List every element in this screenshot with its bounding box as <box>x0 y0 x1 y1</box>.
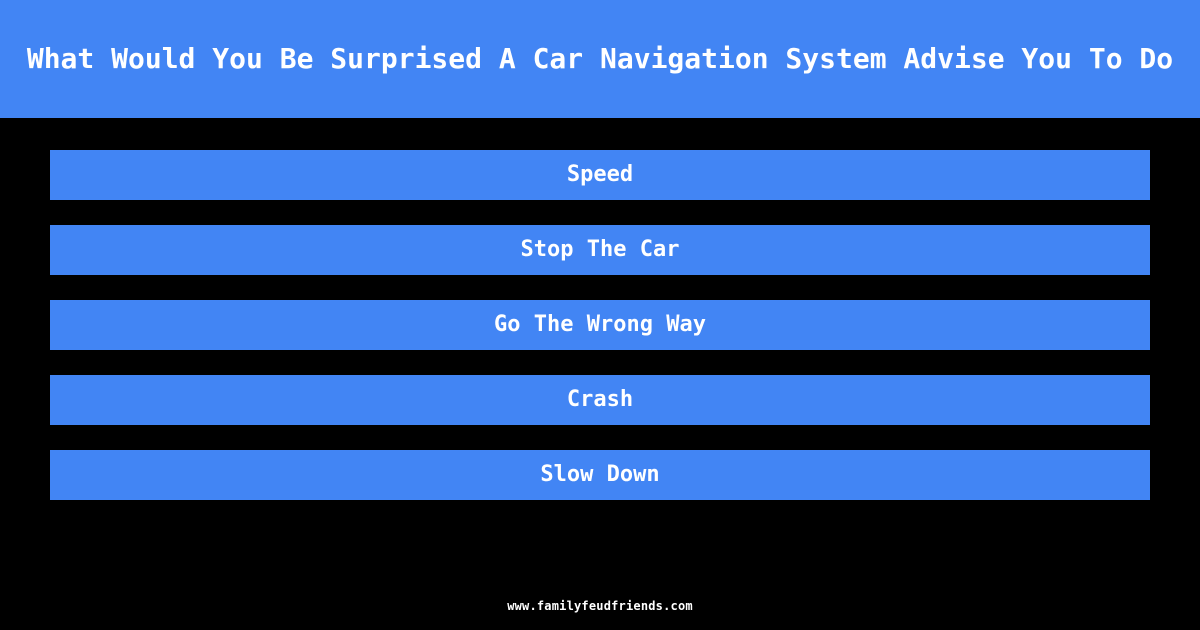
question-card: What Would You Be Surprised A Car Naviga… <box>0 0 1200 630</box>
answer-label: Stop The Car <box>520 237 680 262</box>
answer-bar-2[interactable]: Stop The Car <box>50 225 1150 275</box>
footer: www.familyfeudfriends.com <box>0 595 1200 614</box>
site-url-label: www.familyfeudfriends.com <box>507 599 693 613</box>
answer-bar-1[interactable]: Speed <box>50 150 1150 200</box>
answer-bar-4[interactable]: Crash <box>50 375 1150 425</box>
answer-label: Slow Down <box>540 462 660 487</box>
question-banner: What Would You Be Surprised A Car Naviga… <box>0 0 1200 118</box>
answer-bar-5[interactable]: Slow Down <box>50 450 1150 500</box>
answer-label: Speed <box>566 162 634 187</box>
answer-list: Speed Stop The Car Go The Wrong Way Cras… <box>50 150 1150 500</box>
answer-label: Crash <box>566 387 634 412</box>
answer-label: Go The Wrong Way <box>494 312 706 337</box>
answer-bar-3[interactable]: Go The Wrong Way <box>50 300 1150 350</box>
page-title: What Would You Be Surprised A Car Naviga… <box>26 42 1174 75</box>
